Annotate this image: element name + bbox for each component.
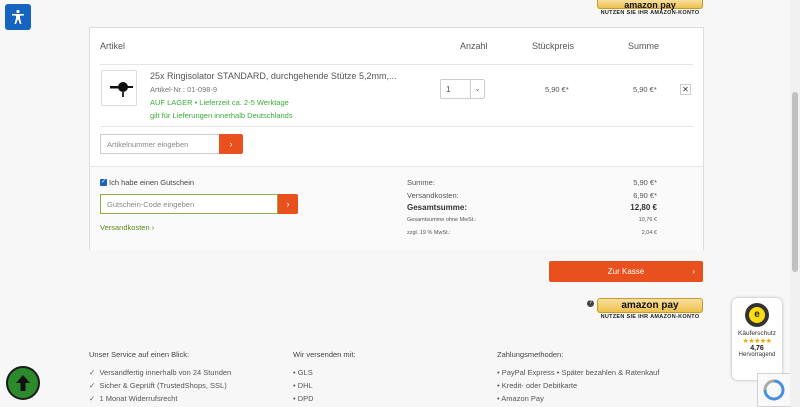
rating-value: 4,76 (750, 345, 764, 352)
trusted-title: Käuferschutz (738, 330, 776, 337)
amazon-pay-button[interactable]: amazon pay NUTZEN SIE IHR AMAZON-KONTO (597, 298, 703, 322)
total-value-shipping: 6,90 €* (633, 191, 657, 200)
accessibility-button[interactable] (5, 4, 31, 30)
shipping-item: • DPD (293, 394, 314, 403)
item-sum: 5,90 €* (633, 85, 657, 94)
chevron-right-icon: › (286, 199, 290, 209)
shipping-item: • DHL (293, 381, 313, 390)
total-value-grand: 12,80 € (630, 203, 657, 212)
payment-title: Zahlungsmethoden: (497, 350, 564, 359)
amazon-pay-logo: amazon pay (597, 298, 703, 313)
cart-item-row: 25x Ringisolator STANDARD, durchgehende … (100, 64, 693, 127)
payment-item: • PayPal Express • Später bezahlen & Rat… (497, 368, 660, 377)
amazon-pay-caption: NUTZEN SIE IHR AMAZON-KONTO (600, 314, 700, 320)
header-quantity: Anzahl (460, 41, 488, 51)
scroll-to-top-button[interactable] (6, 366, 40, 400)
amazon-pay-button-top[interactable]: amazon pay NUTZEN SIE IHR AMAZON-KONTO (597, 0, 703, 17)
trusted-shops-logo: e (745, 303, 769, 327)
service-item-text: Versandfertig innerhalb von 24 Stunden (99, 368, 232, 377)
shipping-note: gilt für Lieferungen innerhalb Deutschla… (150, 111, 293, 120)
amazon-pay-logo: amazon pay (597, 0, 703, 10)
voucher-label: Ich habe einen Gutschein (109, 178, 195, 187)
service-item: ✓ Versandfertig innerhalb von 24 Stunden (89, 368, 232, 377)
checkbox-checked-icon: ✓ (100, 179, 107, 186)
shipping-costs-label: Versandkosten (100, 223, 150, 232)
shipping-item: • GLS (293, 368, 313, 377)
header-unit-price: Stückpreis (532, 41, 575, 51)
scrollbar-thumb[interactable] (792, 92, 798, 272)
quantity-value: 1 (446, 84, 451, 94)
header-article: Artikel (100, 41, 126, 51)
total-value-sum: 5,90 €* (633, 178, 657, 187)
recaptcha-icon (763, 379, 785, 401)
product-name[interactable]: 25x Ringisolator STANDARD, durchgehende … (150, 71, 396, 81)
quantity-select[interactable]: 1 ⌄ (440, 79, 485, 99)
close-icon: ✕ (682, 85, 689, 94)
chevron-right-icon: › (229, 139, 233, 149)
add-article-button[interactable]: › (219, 134, 243, 154)
voucher-submit-button[interactable]: › (278, 194, 298, 214)
service-item: ✓ Sicher & Geprüft (TrustedShops, SSL) (89, 381, 227, 390)
unit-price: 5,90 €* (545, 85, 569, 94)
rating-grade: Hervorragend (738, 352, 776, 358)
voucher-checkbox[interactable]: ✓ Ich habe einen Gutschein (100, 178, 194, 187)
payment-item: • Kredit- oder Debitkarte (497, 381, 578, 390)
cart-summary-section: ✓ Ich habe einen Gutschein Gutschein-Cod… (90, 166, 703, 250)
cart-box: Artikel Anzahl Stückpreis Summe 25x Ring… (89, 27, 704, 250)
article-number: Artikel-Nr.: 01-098-9 (150, 85, 218, 94)
arrow-up-icon (16, 375, 30, 391)
payment-item: • Amazon Pay (497, 394, 544, 403)
service-title: Unser Service auf einen Blick: (89, 350, 190, 359)
rating-stars: ★★★★★ (742, 338, 772, 345)
recaptcha-badge[interactable] (757, 373, 790, 407)
checkout-button[interactable]: Zur Kasse › (549, 261, 703, 282)
voucher-input[interactable]: Gutschein-Code eingeben (100, 194, 278, 214)
chevron-down-icon: ⌄ (470, 80, 484, 98)
trusted-shops-badge[interactable]: e Käuferschutz ★★★★★ 4,76 Hervorragend (732, 298, 782, 380)
amazon-pay-caption: NUTZEN SIE IHR AMAZON-KONTO (600, 10, 700, 16)
chevron-right-icon: › (692, 267, 695, 276)
shipping-title: Wir versenden mit: (293, 350, 356, 359)
service-item-text: 1 Monat Widerrufsrecht (99, 394, 178, 403)
checkout-label: Zur Kasse (607, 267, 645, 276)
accessibility-icon (12, 9, 24, 24)
cart-page: amazon pay NUTZEN SIE IHR AMAZON-KONTO A… (0, 0, 800, 407)
stock-status: AUF LAGER • Lieferzeit ca. 2-5 Werktage (150, 98, 289, 107)
article-number-input[interactable]: Artikelnummer eingeben (100, 134, 219, 154)
shipping-costs-link[interactable]: Versandkosten › (100, 223, 154, 232)
service-item-text: Sicher & Geprüft (TrustedShops, SSL) (99, 381, 227, 390)
trusted-shops-logo-letter: e (749, 307, 765, 323)
total-value-vat: 2,04 € (641, 230, 657, 236)
header-sum: Summe (628, 41, 660, 51)
service-item: ✓ 1 Monat Widerrufsrecht (89, 394, 178, 403)
help-icon[interactable]: ? (587, 300, 594, 307)
product-image[interactable] (101, 70, 137, 106)
remove-item-button[interactable]: ✕ (680, 84, 691, 95)
total-value-net: 10,76 € (638, 217, 657, 223)
